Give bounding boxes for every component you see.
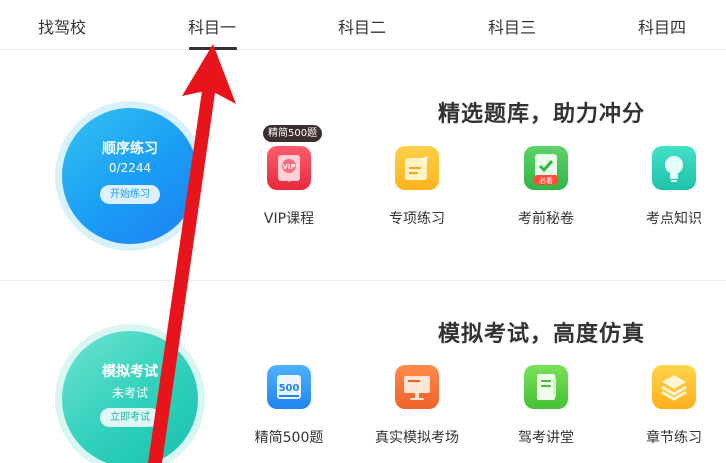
pre-exam-paper-label: 考前秘卷: [518, 211, 574, 227]
lightbulb-icon: [652, 146, 696, 190]
tab-find-school[interactable]: 找驾校: [38, 14, 86, 38]
slim-500-label: 精简500题: [254, 430, 324, 446]
active-tab-indicator: [189, 47, 237, 50]
vip-icon-text: VIP: [282, 163, 295, 171]
tab-subject-one[interactable]: 科目一: [188, 14, 236, 38]
mock-exam-circle-title: 模拟考试: [102, 364, 158, 380]
chapter-practice-item[interactable]: 章节练习: [624, 365, 724, 455]
edit-note-icon: [395, 146, 439, 190]
real-exam-room-item[interactable]: 真实模拟考场: [367, 365, 467, 455]
slim-500-badge: 精简500题: [263, 125, 323, 142]
must-see-check-icon: 必看: [524, 146, 568, 190]
driving-lecture-label: 驾考讲堂: [518, 430, 574, 446]
special-practice-label: 专项练习: [389, 211, 445, 227]
vip-course-item[interactable]: VIP VIP课程: [239, 146, 339, 236]
sequential-practice-title: 顺序练习: [102, 141, 158, 157]
key-points-label: 考点知识: [646, 211, 702, 227]
mock-exam-section: 模拟考试，高度仿真 模拟考试 未考试 立即考试 500 精简500题 真实模拟考…: [0, 282, 726, 463]
question-bank-title: 精选题库，助力冲分: [438, 102, 646, 127]
tab-subject-three[interactable]: 科目三: [488, 14, 536, 38]
driving-lecture-item[interactable]: 驾考讲堂: [496, 365, 596, 455]
mock-exam-title: 模拟考试，高度仿真: [438, 322, 646, 347]
mock-exam-circle[interactable]: 模拟考试 未考试 立即考试: [62, 331, 198, 463]
sequential-practice-circle[interactable]: 顺序练习 0/2244 开始练习: [62, 108, 198, 244]
chapter-practice-label: 章节练习: [646, 430, 702, 446]
monitor-icon: [395, 365, 439, 409]
book-500-text: 500: [279, 383, 300, 394]
slim-500-item[interactable]: 500 精简500题: [239, 365, 339, 455]
start-practice-button[interactable]: 开始练习: [100, 185, 160, 204]
layers-icon: [652, 365, 696, 409]
special-practice-item[interactable]: 专项练习: [367, 146, 467, 236]
tab-subject-two[interactable]: 科目二: [338, 14, 386, 38]
pre-exam-paper-item[interactable]: 必看 考前秘卷: [496, 146, 596, 236]
vip-course-label: VIP课程: [263, 211, 315, 227]
vip-icon: VIP: [267, 146, 311, 190]
must-see-text: 必看: [539, 176, 553, 185]
key-points-item[interactable]: 考点知识: [624, 146, 724, 236]
start-exam-button[interactable]: 立即考试: [100, 408, 160, 427]
tab-subject-four[interactable]: 科目四: [638, 14, 686, 38]
practice-progress: 0/2244: [108, 161, 152, 175]
book-500-icon: 500: [267, 365, 311, 409]
real-exam-room-label: 真实模拟考场: [375, 430, 459, 446]
exam-status: 未考试: [111, 386, 148, 400]
subject-tab-bar: 找驾校 科目一 科目二 科目三 科目四: [0, 0, 726, 50]
lecture-book-icon: [524, 365, 568, 409]
question-bank-section: 精选题库，助力冲分 顺序练习 0/2244 开始练习 精简500题 VIP VI…: [0, 51, 726, 281]
